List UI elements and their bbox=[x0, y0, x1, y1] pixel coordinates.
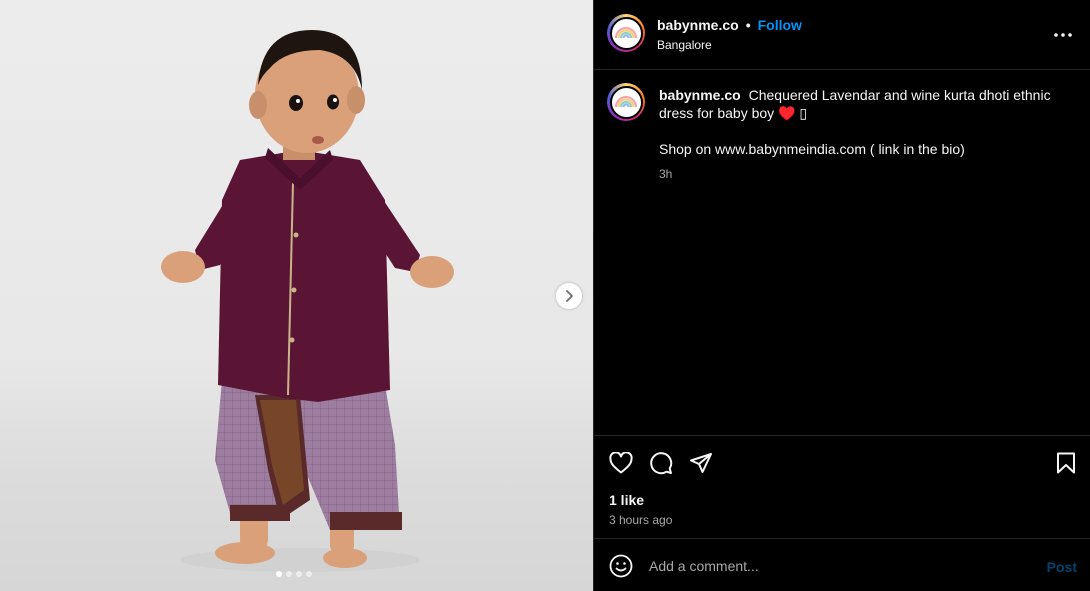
likes-count[interactable]: 1 like bbox=[609, 492, 644, 508]
avatar[interactable] bbox=[607, 14, 645, 52]
follow-button[interactable]: Follow bbox=[758, 17, 802, 33]
location-link[interactable]: Bangalore bbox=[657, 38, 712, 52]
post-media[interactable] bbox=[0, 0, 593, 591]
speech-bubble-icon bbox=[650, 452, 673, 475]
post-actions: 1 like 3 hours ago bbox=[594, 435, 1090, 538]
caption-body: babynme.co Chequered Lavendar and wine k… bbox=[659, 86, 1059, 183]
carousel-indicator bbox=[276, 571, 312, 577]
heart-outline-icon bbox=[609, 452, 633, 474]
caption-emoji-trailing: ▯ bbox=[799, 105, 808, 121]
heart-emoji: ♥️ bbox=[778, 105, 796, 121]
comment-button[interactable] bbox=[648, 450, 674, 476]
rainbow-logo-icon bbox=[614, 26, 638, 39]
caption-avatar[interactable] bbox=[607, 83, 645, 121]
header-user-line: babynme.co • Follow bbox=[657, 17, 802, 33]
instagram-post-view: babynme.co • Follow Bangalore babynme.co… bbox=[0, 0, 1090, 591]
comment-input[interactable] bbox=[649, 555, 1019, 577]
post-photo bbox=[161, 30, 454, 572]
share-button[interactable] bbox=[688, 450, 714, 476]
paper-plane-icon bbox=[690, 453, 712, 473]
chevron-right-icon bbox=[566, 290, 573, 302]
bookmark-icon bbox=[1057, 452, 1075, 474]
more-options-button[interactable] bbox=[1051, 25, 1075, 45]
caption-username-link[interactable]: babynme.co bbox=[659, 87, 741, 103]
username-link[interactable]: babynme.co bbox=[657, 17, 739, 33]
carousel-dot bbox=[296, 571, 302, 577]
comment-bar: Post bbox=[594, 538, 1090, 591]
next-slide-button[interactable] bbox=[556, 283, 582, 309]
caption-text-line2: Shop on www.babynmeindia.com ( link in t… bbox=[659, 141, 965, 157]
post-comment-button[interactable]: Post bbox=[1047, 559, 1077, 575]
action-icons-row bbox=[608, 450, 714, 476]
emoji-picker-button[interactable] bbox=[609, 554, 633, 578]
carousel-dot bbox=[286, 571, 292, 577]
carousel-dot bbox=[306, 571, 312, 577]
like-button[interactable] bbox=[608, 450, 634, 476]
post-header: babynme.co • Follow Bangalore bbox=[594, 0, 1090, 70]
post-timestamp: 3 hours ago bbox=[609, 513, 673, 527]
carousel-dot bbox=[276, 571, 282, 577]
save-button[interactable] bbox=[1053, 450, 1079, 476]
caption-timestamp[interactable]: 3h bbox=[659, 165, 1059, 183]
separator-dot: • bbox=[745, 17, 751, 33]
post-side-panel: babynme.co • Follow Bangalore babynme.co… bbox=[593, 0, 1090, 591]
smiley-face-icon bbox=[609, 554, 633, 578]
rainbow-logo-icon bbox=[614, 95, 638, 108]
more-horizontal-icon bbox=[1054, 33, 1072, 37]
caption-text: babynme.co Chequered Lavendar and wine k… bbox=[659, 86, 1059, 122]
